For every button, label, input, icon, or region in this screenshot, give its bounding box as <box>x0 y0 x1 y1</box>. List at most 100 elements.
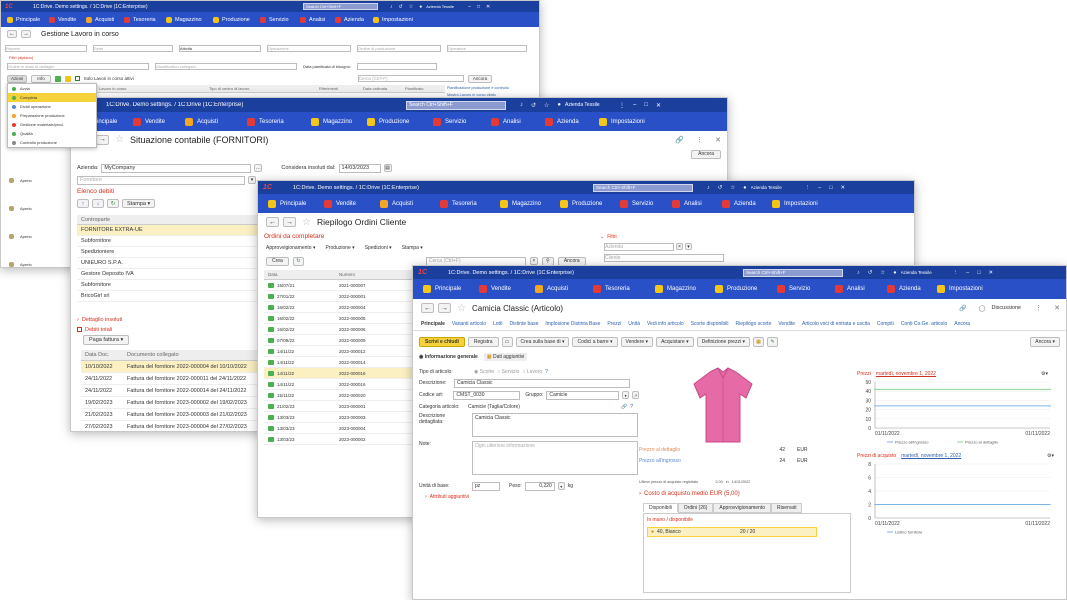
document-row[interactable]: 21/02/2023 Fattura del fornitore 2023-000… <box>81 409 261 421</box>
document-row[interactable]: 24/11/2022 Fattura del fornitore 2022-000… <box>81 385 261 397</box>
group-open-icon[interactable]: ↗ <box>632 391 639 399</box>
filter-reparto[interactable]: Reparto <box>5 44 87 52</box>
search-input[interactable]: Cerca (Ctrl+F) <box>357 75 464 82</box>
filter-attivita[interactable]: Attività <box>179 44 261 52</box>
section-magazzino[interactable]: Magazzino <box>500 199 560 208</box>
barcode-button[interactable]: Codici a barre ▾ <box>572 336 618 347</box>
back-button[interactable]: ← <box>266 217 279 227</box>
category-link-icon[interactable]: 🔗 <box>621 404 627 410</box>
info-button[interactable]: Info <box>31 74 51 83</box>
define-prices-button[interactable]: Definizione prezzi ▾ <box>696 336 750 347</box>
section-produzione[interactable]: Produzione <box>560 199 620 208</box>
menu-icon[interactable]: ⋮ <box>805 185 811 191</box>
filter-date-input[interactable] <box>357 62 438 70</box>
copy-icon[interactable]: ▭ <box>501 336 513 347</box>
weight-stepper[interactable]: ▾ <box>557 482 565 490</box>
chart-settings-icon[interactable]: ⚙▾ <box>1047 453 1054 459</box>
refresh-button[interactable]: ↻ <box>292 256 304 266</box>
user-name[interactable]: Azienda Tessile <box>565 102 615 108</box>
history-icon[interactable]: ↺ <box>868 270 873 276</box>
article-tab[interactable]: Compiti <box>877 321 894 327</box>
forward-button[interactable]: → <box>283 217 296 227</box>
favorite-star-icon[interactable]: ☆ <box>457 303 466 314</box>
order-row[interactable]: 15/07/21 2021-000007 <box>264 280 412 291</box>
filter-azienda[interactable]: Azienda <box>604 242 674 251</box>
avg-cost-toggle[interactable]: › Costo di acquisto medio EUR (5,00) <box>639 489 740 499</box>
order-row[interactable]: 16/02/22 2022-000006 <box>264 324 412 335</box>
article-tab[interactable]: Implosione Distinta Base <box>545 321 600 327</box>
history-icon[interactable]: ↺ <box>399 4 403 10</box>
filter-sede[interactable]: Sede <box>93 44 173 52</box>
filter-giustificativo[interactable]: Giustificativo collegato <box>155 62 297 70</box>
order-row[interactable]: 27/01/22 2022-000001 <box>264 291 412 302</box>
close-icon[interactable]: ✕ <box>841 185 846 191</box>
menu-icon[interactable]: ⋮ <box>619 102 625 109</box>
section-principale[interactable]: Principale <box>7 16 49 23</box>
consider-date-input[interactable]: 14/03/2023 <box>338 163 381 173</box>
order-row[interactable]: 13/03/23 2023-000002 <box>264 434 412 445</box>
stock-tab-available[interactable]: Disponibili <box>643 503 678 512</box>
more-button[interactable]: Ancora <box>467 74 493 83</box>
section-vendite[interactable]: Vendite <box>49 16 86 23</box>
section-servizio[interactable]: Servizio <box>433 117 491 126</box>
section-servizio[interactable]: Servizio <box>777 285 835 293</box>
stock-tab-procurement[interactable]: Approvvigionamento <box>713 502 772 513</box>
section-azienda[interactable]: Azienda <box>335 16 373 23</box>
more-button[interactable]: Ancora ▾ <box>1030 336 1060 347</box>
maximize-icon[interactable]: □ <box>829 185 832 191</box>
article-tab[interactable]: Distinte base <box>509 321 538 327</box>
document-row[interactable]: 10/10/2022 Fattura del fornitore 2022-000… <box>81 361 261 373</box>
group-dropdown-icon[interactable]: ▾ <box>622 391 630 399</box>
prices-chart-date[interactable]: martedì, novembre 1, 2022 <box>876 371 936 377</box>
star-icon[interactable]: ☆ <box>880 270 885 276</box>
supplier-row-item[interactable]: Gestore Deposito IVA <box>77 269 259 280</box>
global-search-input[interactable]: Search Ctrl+Shift+F <box>406 100 506 110</box>
minimize-icon[interactable]: – <box>966 270 969 276</box>
grid-row[interactable]: Aperto <box>7 222 73 250</box>
supplier-row-item[interactable]: FORNITORE EXTRA-UE <box>77 225 259 236</box>
save-close-button[interactable]: Scrivi e chiudi <box>419 336 465 347</box>
minimize-icon[interactable]: – <box>633 102 636 108</box>
link-pianificazione[interactable]: Pianificazione produzione e controllo <box>447 85 539 92</box>
section-acquisti[interactable]: Acquisti <box>185 117 247 126</box>
section-acquisti[interactable]: Acquisti <box>535 285 593 293</box>
history-icon[interactable]: ↺ <box>531 102 536 109</box>
maximize-icon[interactable]: □ <box>477 4 480 10</box>
back-button[interactable]: ← <box>421 303 434 313</box>
section-principale[interactable]: Principale <box>423 285 479 293</box>
section-analisi[interactable]: Analisi <box>835 285 887 293</box>
window-menu-icon[interactable]: ⋮ <box>1035 304 1042 312</box>
discussion-label[interactable]: Discussione <box>991 305 1021 311</box>
section-impostazioni[interactable]: Impostazioni <box>772 199 842 208</box>
tab-spedizioni[interactable]: Spedizioni ▾ <box>365 245 392 251</box>
category-value[interactable]: Camicie (Taglia/Colore) <box>468 404 618 410</box>
search-clear-icon[interactable]: × <box>529 257 538 265</box>
calendar-icon[interactable]: ▤ <box>383 164 392 172</box>
global-search-input[interactable]: Search Ctrl+Shift+F <box>303 3 378 10</box>
section-impostazioni[interactable]: Impostazioni <box>937 285 1007 293</box>
article-tab[interactable]: Riepilogo scorte <box>736 321 772 327</box>
section-produzione[interactable]: Produzione <box>715 285 777 293</box>
supplier-row-item[interactable]: Subfornitore <box>77 236 259 247</box>
order-row[interactable]: 14/11/22 2022-000016 <box>264 379 412 390</box>
supplier-input[interactable]: Fornitore <box>77 175 245 185</box>
section-vendite[interactable]: Vendite <box>133 117 185 126</box>
code-input[interactable]: CMST_0030 <box>453 390 521 400</box>
radio-lavoro[interactable]: ○ Lavoro <box>522 369 542 375</box>
subtab-additional[interactable]: ▦ Dati aggiuntivi <box>483 352 528 361</box>
active-only-checkbox[interactable] <box>74 76 80 81</box>
refresh-button[interactable]: ↻ <box>107 199 119 208</box>
section-analisi[interactable]: Analisi <box>672 199 722 208</box>
document-row[interactable]: 19/02/2023 Fattura del fornitore 2023-000… <box>81 397 261 409</box>
tab-stampa[interactable]: Stampa ▾ <box>402 245 423 251</box>
create-button[interactable]: Crea <box>266 256 289 266</box>
edit-icon[interactable]: ✎ <box>766 336 778 347</box>
section-principale[interactable]: Principale <box>268 199 324 208</box>
order-row[interactable]: 16/02/22 2022-000005 <box>264 313 412 324</box>
actions-button[interactable]: Azioni <box>7 74 28 83</box>
grid-row[interactable]: Aperto <box>7 250 73 267</box>
more-button[interactable]: Ancora <box>691 149 721 159</box>
move-up-button[interactable]: ↑ <box>77 199 89 208</box>
filters-toggle[interactable]: Filtri (diplano) <box>1 53 539 61</box>
radio-servizio[interactable]: ○ Servizio <box>497 369 519 375</box>
